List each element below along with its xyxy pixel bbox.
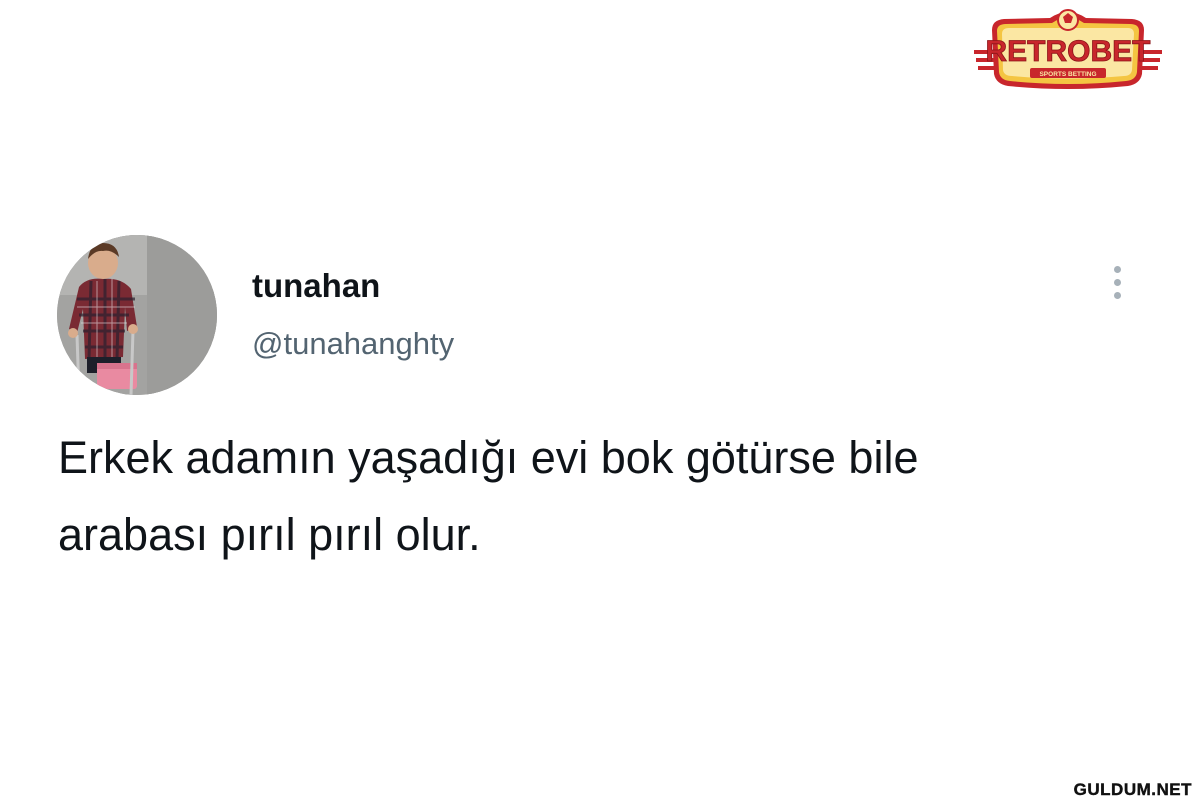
more-options-button[interactable] xyxy=(1099,258,1135,306)
tweet-card: tunahan @tunahanghty Erkek adamın yaşadı… xyxy=(0,0,1200,805)
avatar[interactable] xyxy=(57,235,217,395)
user-handle[interactable]: @tunahanghty xyxy=(252,324,454,364)
display-name[interactable]: tunahan xyxy=(252,266,380,306)
more-vertical-icon-dot xyxy=(1113,291,1121,299)
tweet-text-line: Erkek adamın yaşadığı evi bok götürse bi… xyxy=(58,432,919,483)
site-watermark: GULDUM.NET xyxy=(1069,779,1196,801)
more-vertical-icon xyxy=(1113,265,1121,273)
tweet-text: Erkek adamın yaşadığı evi bok götürse bi… xyxy=(58,419,1138,573)
tweet-text-line: arabası pırıl pırıl olur. xyxy=(58,509,481,560)
more-vertical-icon-dot xyxy=(1113,278,1121,286)
